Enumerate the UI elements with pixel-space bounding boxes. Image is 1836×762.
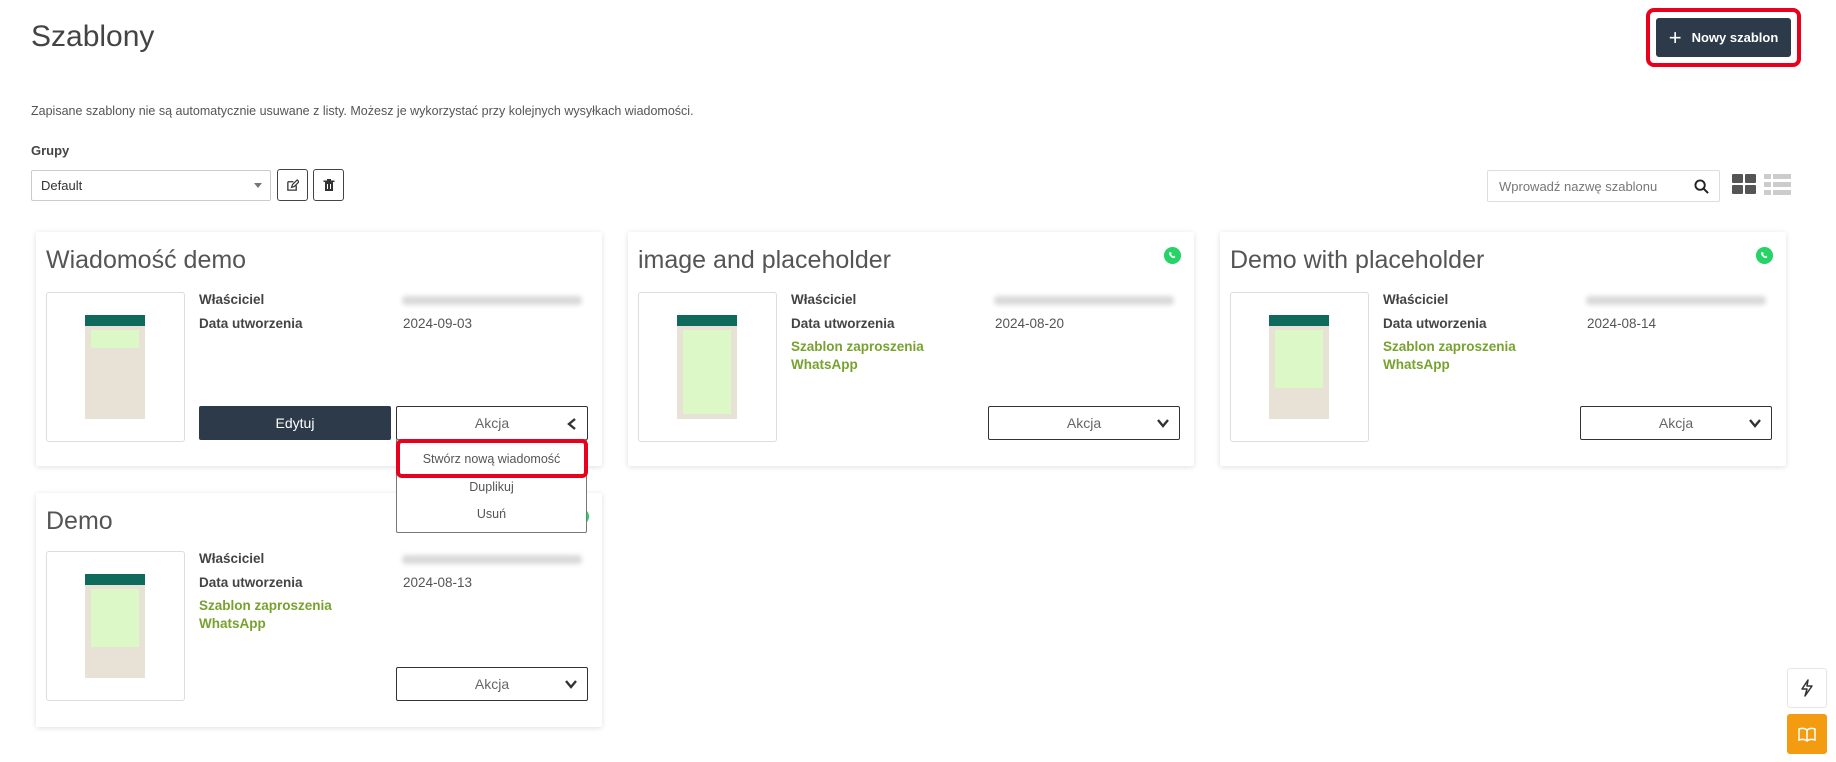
owner-value: [1586, 296, 1766, 305]
action-label: Akcja: [1066, 415, 1102, 431]
templates-page: Szablony + Nowy szablon Zapisane szablon…: [0, 0, 1836, 762]
whatsapp-icon: [1755, 246, 1774, 265]
help-docs-button[interactable]: [1787, 714, 1827, 754]
chevron-left-icon: [567, 418, 576, 430]
created-label: Data utworzenia: [1383, 316, 1487, 331]
template-thumbnail[interactable]: [46, 292, 185, 442]
trash-icon: [323, 178, 334, 191]
phone-preview: [85, 315, 145, 419]
created-value: 2024-08-13: [403, 575, 473, 590]
action-button[interactable]: Akcja: [1580, 406, 1772, 440]
owner-label: Właściciel: [199, 551, 265, 566]
action-dropdown-menu: Stwórz nową wiadomość Duplikuj Usuń: [396, 439, 587, 533]
new-template-button[interactable]: + Nowy szablon: [1656, 18, 1791, 57]
lightning-icon: [1801, 679, 1813, 697]
search-icon[interactable]: [1694, 179, 1709, 194]
created-value: 2024-09-03: [403, 316, 473, 331]
template-title: Demo with placeholder: [1230, 246, 1485, 274]
caret-down-icon: [254, 183, 262, 188]
template-type-link[interactable]: Szablon zaproszenia WhatsApp: [1383, 338, 1516, 374]
action-button[interactable]: Akcja: [988, 406, 1180, 440]
phone-preview: [85, 574, 145, 678]
template-title: image and placeholder: [638, 246, 891, 274]
book-icon: [1798, 727, 1816, 742]
action-button[interactable]: Akcja: [396, 667, 588, 701]
template-type-link[interactable]: Szablon zaproszenia WhatsApp: [791, 338, 924, 374]
edit-label: Edytuj: [275, 415, 315, 431]
delete-group-button[interactable]: [313, 169, 344, 201]
created-value: 2024-08-14: [1587, 316, 1657, 331]
menu-item-create-message[interactable]: Stwórz nową wiadomość: [397, 452, 586, 466]
owner-label: Właściciel: [1383, 292, 1449, 307]
template-card: image and placeholder Właściciel Data ut…: [628, 232, 1194, 466]
edit-group-button[interactable]: [277, 169, 308, 201]
page-title: Szablony: [31, 20, 155, 53]
phone-preview: [1269, 315, 1329, 419]
owner-value: [402, 555, 582, 564]
template-thumbnail[interactable]: [46, 551, 185, 701]
action-label: Akcja: [474, 415, 510, 431]
edit-icon: [287, 178, 299, 191]
owner-label: Właściciel: [791, 292, 857, 307]
new-template-label: Nowy szablon: [1691, 30, 1779, 45]
owner-value: [402, 296, 582, 305]
menu-item-duplicate[interactable]: Duplikuj: [397, 480, 586, 494]
created-label: Data utworzenia: [791, 316, 895, 331]
template-title: Wiadomość demo: [46, 246, 247, 274]
chevron-down-icon: [1157, 419, 1169, 428]
created-value: 2024-08-20: [995, 316, 1065, 331]
created-label: Data utworzenia: [199, 575, 303, 590]
new-template-highlight: + Nowy szablon: [1646, 8, 1801, 67]
group-select[interactable]: Default: [31, 170, 271, 201]
action-button[interactable]: Akcja: [396, 406, 588, 440]
grid-view-icon[interactable]: [1732, 174, 1757, 195]
chevron-down-icon: [565, 680, 577, 689]
group-select-value: Default: [41, 178, 83, 193]
owner-value: [994, 296, 1174, 305]
list-view-icon[interactable]: [1764, 174, 1791, 195]
quick-actions-button[interactable]: [1787, 668, 1827, 708]
info-text: Zapisane szablony nie są automatycznie u…: [31, 104, 694, 118]
created-label: Data utworzenia: [199, 316, 303, 331]
plus-icon: +: [1668, 24, 1682, 50]
whatsapp-icon: [1163, 246, 1182, 265]
action-label: Akcja: [1658, 415, 1694, 431]
owner-label: Właściciel: [199, 292, 265, 307]
template-card: Wiadomość demo Właściciel Data utworzeni…: [36, 232, 602, 466]
template-type-link[interactable]: Szablon zaproszenia WhatsApp: [199, 597, 332, 633]
search-input[interactable]: [1499, 178, 1679, 194]
edit-button[interactable]: Edytuj: [199, 406, 391, 440]
template-title: Demo: [46, 507, 113, 535]
template-search: [1487, 170, 1720, 202]
template-thumbnail[interactable]: [1230, 292, 1369, 442]
groups-label: Grupy: [31, 143, 70, 158]
template-thumbnail[interactable]: [638, 292, 777, 442]
chevron-down-icon: [1749, 419, 1761, 428]
phone-preview: [677, 315, 737, 419]
template-card: Demo with placeholder Właściciel Data ut…: [1220, 232, 1786, 466]
action-label: Akcja: [474, 676, 510, 692]
menu-item-delete[interactable]: Usuń: [397, 507, 586, 521]
